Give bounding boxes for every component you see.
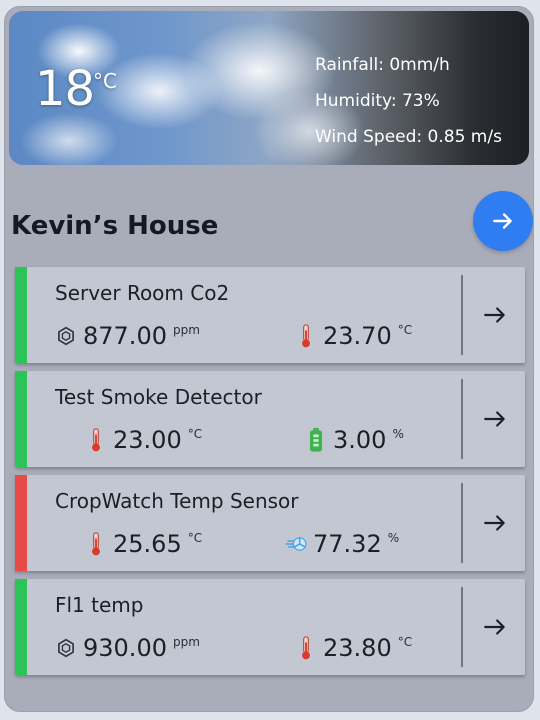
arrow-right-icon bbox=[484, 515, 505, 531]
primary-reading: 877.00 ppm bbox=[55, 321, 200, 351]
humidity-text: Humidity: 73% bbox=[315, 91, 440, 111]
weather-details: Rainfall: 0mm/h Humidity: 73% Wind Speed… bbox=[315, 47, 515, 155]
device-row[interactable]: CropWatch Temp Sensor 25.65 °C 77.32 % bbox=[15, 475, 525, 571]
arrow-right-icon bbox=[484, 307, 505, 323]
temperature-value: 18 bbox=[35, 61, 95, 117]
divider bbox=[461, 379, 463, 459]
device-list: Server Room Co2 877.00 ppm 23.70 °C Test… bbox=[15, 267, 525, 683]
primary-reading: 930.00 ppm bbox=[55, 633, 200, 663]
reading-unit: ppm bbox=[172, 635, 200, 649]
reading-unit: °C bbox=[187, 427, 203, 441]
device-name: Test Smoke Detector bbox=[55, 385, 262, 409]
secondary-reading: 23.80 °C bbox=[295, 633, 412, 663]
secondary-reading: 3.00 % bbox=[305, 425, 404, 455]
reading-value: 23.80 bbox=[323, 634, 392, 662]
reading-unit: % bbox=[387, 531, 400, 545]
thermometer-icon bbox=[295, 635, 317, 661]
arrow-right-icon bbox=[493, 213, 512, 229]
status-indicator bbox=[15, 267, 27, 363]
arrow-right-icon bbox=[484, 619, 505, 635]
wind-speed-text: Wind Speed: 0.85 m/s bbox=[315, 127, 502, 147]
device-name: CropWatch Temp Sensor bbox=[55, 489, 299, 513]
status-indicator bbox=[15, 579, 27, 675]
device-row[interactable]: Server Room Co2 877.00 ppm 23.70 °C bbox=[15, 267, 525, 363]
status-indicator bbox=[15, 475, 27, 571]
status-indicator bbox=[15, 371, 27, 467]
thermometer-icon bbox=[295, 323, 317, 349]
reading-unit: °C bbox=[187, 531, 203, 545]
device-name: Fl1 temp bbox=[55, 593, 144, 617]
reading-value: 930.00 bbox=[83, 634, 167, 662]
location-header: Kevin’s House bbox=[11, 191, 533, 267]
co2-icon bbox=[55, 635, 77, 661]
device-row[interactable]: Fl1 temp 930.00 ppm 23.80 °C bbox=[15, 579, 525, 675]
open-device-button[interactable] bbox=[475, 607, 515, 647]
reading-value: 3.00 bbox=[333, 426, 387, 454]
reading-value: 25.65 bbox=[113, 530, 182, 558]
location-title: Kevin’s House bbox=[11, 211, 219, 241]
location-card: 18 °C Rainfall: 0mm/h Humidity: 73% Wind… bbox=[4, 6, 534, 712]
primary-reading: 23.00 °C bbox=[85, 425, 202, 455]
divider bbox=[461, 587, 463, 667]
rainfall-text: Rainfall: 0mm/h bbox=[315, 55, 450, 75]
reading-value: 77.32 bbox=[313, 530, 382, 558]
open-location-button[interactable] bbox=[473, 191, 533, 251]
arrow-right-icon bbox=[484, 411, 505, 427]
primary-reading: 25.65 °C bbox=[85, 529, 202, 559]
device-name: Server Room Co2 bbox=[55, 281, 230, 305]
temperature-unit: °C bbox=[93, 69, 117, 93]
reading-value: 877.00 bbox=[83, 322, 167, 350]
humidity-icon bbox=[285, 531, 307, 557]
device-row[interactable]: Test Smoke Detector 23.00 °C 3.00 % bbox=[15, 371, 525, 467]
secondary-reading: 23.70 °C bbox=[295, 321, 412, 351]
battery-icon bbox=[305, 427, 327, 453]
reading-value: 23.00 bbox=[113, 426, 182, 454]
reading-unit: % bbox=[392, 427, 404, 441]
reading-unit: °C bbox=[397, 323, 413, 337]
reading-unit: °C bbox=[397, 635, 413, 649]
reading-value: 23.70 bbox=[323, 322, 392, 350]
divider bbox=[461, 275, 463, 355]
thermometer-icon bbox=[85, 427, 107, 453]
secondary-reading: 77.32 % bbox=[285, 529, 399, 559]
co2-icon bbox=[55, 323, 77, 349]
open-device-button[interactable] bbox=[475, 295, 515, 335]
open-device-button[interactable] bbox=[475, 399, 515, 439]
open-device-button[interactable] bbox=[475, 503, 515, 543]
weather-banner: 18 °C Rainfall: 0mm/h Humidity: 73% Wind… bbox=[9, 11, 529, 165]
divider bbox=[461, 483, 463, 563]
thermometer-icon bbox=[85, 531, 107, 557]
reading-unit: ppm bbox=[172, 323, 200, 337]
